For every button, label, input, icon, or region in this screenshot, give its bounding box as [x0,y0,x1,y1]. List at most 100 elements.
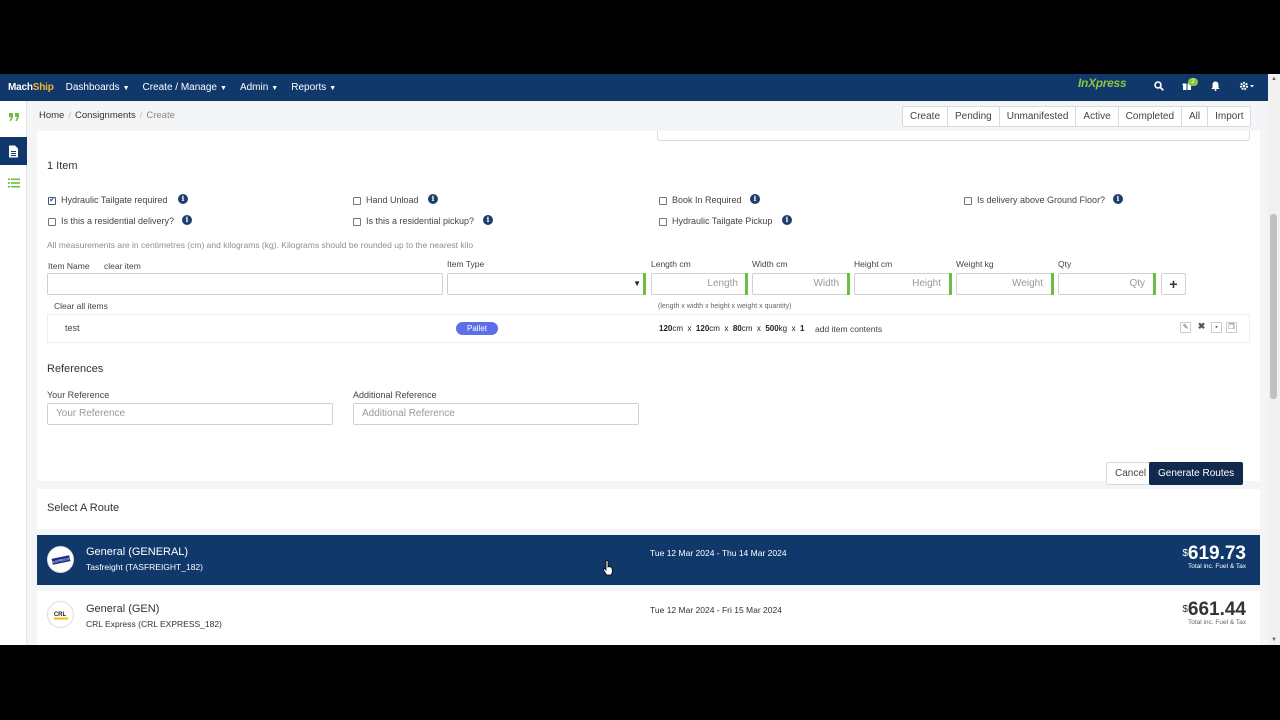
clear-all-items-link[interactable]: Clear all items [54,301,108,311]
tab-pending[interactable]: Pending [948,107,1000,126]
dimension-formula: (length x width x height x weight x quan… [658,303,792,310]
breadcrumb-current: Create [146,110,175,121]
route-carrier: CRL Express (CRL EXPRESS_182) [86,619,222,629]
clear-item-link[interactable]: clear item [104,261,141,271]
search-icon[interactable] [1154,81,1164,94]
qty-label: Qty [1058,259,1072,269]
above-ground-label: Is delivery above Ground Floor? [977,195,1106,205]
hand-unload-label: Hand Unload [366,195,419,205]
tab-active[interactable]: Active [1076,107,1119,126]
list-icon[interactable] [0,169,27,197]
tab-import[interactable]: Import [1208,107,1250,126]
tab-completed[interactable]: Completed [1119,107,1183,126]
route-service: General (GEN) [86,603,160,615]
add-item-button[interactable]: + [1161,273,1186,295]
info-icon[interactable]: i [428,194,438,204]
notes-textarea[interactable] [657,131,1250,141]
additional-reference-label: Additional Reference [353,390,437,400]
scroll-up-icon[interactable]: ▲ [1271,76,1277,82]
info-icon[interactable]: i [782,215,792,225]
bell-icon[interactable] [1211,81,1220,94]
tab-create[interactable]: Create [903,107,949,126]
residential-delivery-label: Is this a residential delivery? [61,216,175,226]
residential-pickup-label: Is this a residential pickup? [366,216,475,226]
add-item-contents-link[interactable]: add item contents [815,324,882,334]
edit-icon[interactable]: ✎ [1180,322,1191,333]
hand-unload-checkbox[interactable] [353,197,361,205]
machship-logo[interactable]: MachShip [8,82,54,93]
item-row: test Pallet 120cm x 120cm x 80cm x 500kg… [47,314,1250,343]
scroll-down-icon[interactable]: ▼ [1271,637,1277,643]
field-valid-indicator [949,273,952,295]
consignment-tabs: Create Pending Unmanifested Active Compl… [902,106,1252,127]
tailgate-pickup-checkbox[interactable] [659,218,667,226]
scrollbar-thumb[interactable] [1270,214,1277,399]
additional-reference-input[interactable]: Additional Reference [353,403,639,425]
cancel-button[interactable]: Cancel [1106,462,1156,485]
width-label: Width cm [752,259,788,269]
tailgate-pickup-label: Hydraulic Tailgate Pickup [672,216,773,226]
document-icon[interactable] [0,137,27,165]
residential-pickup-checkbox[interactable] [353,218,361,226]
weight-input[interactable]: Weight [956,273,1052,295]
menu-admin[interactable]: Admin ▼ [240,82,278,93]
item-type-select[interactable]: ▼ [447,273,645,295]
inxpress-logo: InXpress [1078,76,1127,90]
hand-cursor-icon [603,560,613,576]
page-scrollbar[interactable]: ▲ ▼ [1268,74,1280,645]
residential-delivery-checkbox[interactable] [48,218,56,226]
menu-create-manage[interactable]: Create / Manage ▼ [143,82,227,93]
breadcrumb-consignments[interactable]: Consignments [75,110,136,121]
item-name-input[interactable] [47,273,443,295]
info-icon[interactable]: i [178,194,188,204]
length-label: Length cm [651,259,691,269]
book-in-checkbox[interactable] [659,197,667,205]
route-option-selected[interactable]: TASFREIGHT General (GENERAL) Tasfreight … [37,535,1260,585]
references-title: References [47,363,104,375]
info-icon[interactable]: i [483,215,493,225]
field-valid-indicator [643,273,646,295]
route-price: $619.73 Total inc. Fuel & Tax [1182,543,1246,570]
gear-icon[interactable] [1239,81,1255,94]
save-icon[interactable]: ▪ [1211,322,1222,333]
tab-unmanifested[interactable]: Unmanifested [1000,107,1077,126]
menu-dashboards[interactable]: Dashboards ▼ [66,82,130,93]
field-valid-indicator [847,273,850,295]
info-icon[interactable]: i [1113,194,1123,204]
measurement-note: All measurements are in centimetres (cm)… [47,240,474,250]
length-input[interactable]: Length [651,273,747,295]
qty-input[interactable]: Qty [1058,273,1154,295]
weight-label: Weight kg [956,259,994,269]
item-type-label: Item Type [447,259,485,269]
delete-icon[interactable]: ✖ [1196,322,1207,333]
copy-icon[interactable]: ❐ [1226,322,1237,333]
select-route-title: Select A Route [47,502,120,514]
app-screen: MachShip Dashboards ▼ Create / Manage ▼ Ad… [0,74,1280,645]
quote-icon[interactable] [0,103,27,131]
item-name: test [65,323,80,333]
width-input[interactable]: Width [752,273,848,295]
above-ground-checkbox[interactable] [964,197,972,205]
field-valid-indicator [745,273,748,295]
height-input[interactable]: Height [854,273,950,295]
select-route-header: Select A Route [37,489,1260,529]
breadcrumb-home[interactable]: Home [39,110,64,121]
book-in-label: Book In Required [672,195,742,205]
your-reference-input[interactable]: Your Reference [47,403,333,425]
generate-routes-button[interactable]: Generate Routes [1149,462,1244,485]
svg-text:CRL: CRL [53,612,66,618]
field-valid-indicator [1051,273,1054,295]
hydraulic-tailgate-checkbox[interactable] [48,195,56,205]
notification-badge: 2 [1188,78,1198,86]
main-menu: Dashboards ▼ Create / Manage ▼ Admin ▼ Repo… [66,82,350,93]
chevron-down-icon: ▼ [633,279,641,288]
top-navbar: MachShip Dashboards ▼ Create / Manage ▼ Ad… [0,74,1280,101]
route-option[interactable]: CRL General (GEN) CRL Express (CRL EXPRE… [37,591,1260,645]
tab-all[interactable]: All [1182,107,1209,126]
info-icon[interactable]: i [750,194,760,204]
hydraulic-tailgate-label: Hydraulic Tailgate required [61,195,168,205]
info-icon[interactable]: i [182,215,192,225]
your-reference-label: Your Reference [47,390,110,400]
menu-reports[interactable]: Reports ▼ [291,82,336,93]
height-label: Height cm [854,259,893,269]
